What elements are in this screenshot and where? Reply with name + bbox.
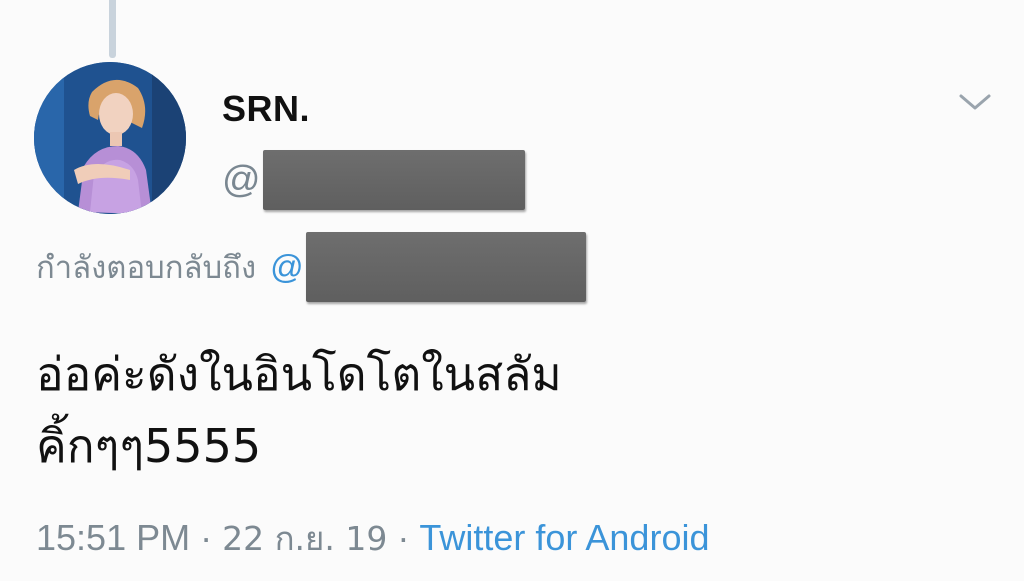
tweet-meta: 15:51 PM · 22 ก.ย. 19 · Twitter for Andr… bbox=[36, 512, 710, 564]
tweet-time[interactable]: 15:51 PM bbox=[36, 517, 190, 559]
chevron-down-icon[interactable] bbox=[958, 92, 992, 112]
tweet-source-link[interactable]: Twitter for Android bbox=[419, 517, 709, 559]
handle-redaction-block bbox=[262, 150, 525, 210]
tweet-line: อ่อค่ะดังในอินโดโตในสลัม bbox=[36, 347, 562, 401]
reply-prefix-label: กำลังตอบกลับถึง bbox=[36, 250, 257, 286]
tweet-body: อ่อค่ะดังในอินโดโตในสลัม คิ้กๆๆ5555 bbox=[36, 338, 796, 482]
meta-separator: · bbox=[200, 517, 213, 558]
reply-mention-at[interactable]: @ bbox=[270, 248, 304, 286]
reply-redaction-block bbox=[305, 232, 586, 302]
handle-at-sign: @ bbox=[222, 158, 261, 201]
tweet-line: คิ้กๆๆ5555 bbox=[36, 419, 262, 473]
reply-context: กำลังตอบกลับถึง @ bbox=[36, 232, 586, 302]
author-handle[interactable]: @ bbox=[222, 150, 525, 210]
author-display-name[interactable]: SRN. bbox=[222, 88, 310, 130]
tweet-date[interactable]: 22 ก.ย. 19 bbox=[222, 512, 387, 565]
avatar-photo-icon bbox=[34, 62, 186, 214]
author-avatar[interactable] bbox=[34, 62, 186, 214]
thread-connector-line bbox=[109, 0, 116, 58]
meta-separator: · bbox=[397, 517, 410, 558]
